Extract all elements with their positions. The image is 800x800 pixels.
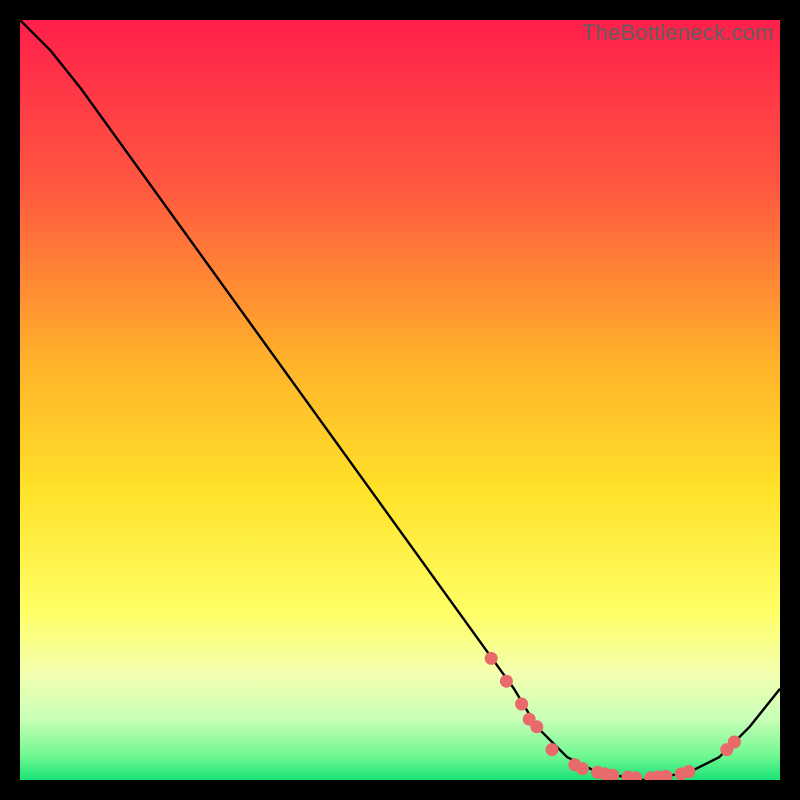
data-marker [485, 652, 498, 665]
data-marker [530, 720, 543, 733]
bottleneck-chart [20, 20, 780, 780]
data-marker [546, 743, 559, 756]
data-marker [576, 762, 589, 775]
data-marker [515, 698, 528, 711]
watermark-label: TheBottleneck.com [582, 20, 774, 46]
data-marker [500, 675, 513, 688]
gradient-background [20, 20, 780, 780]
data-marker [682, 765, 695, 778]
chart-frame: TheBottleneck.com [20, 20, 780, 780]
data-marker [728, 736, 741, 749]
